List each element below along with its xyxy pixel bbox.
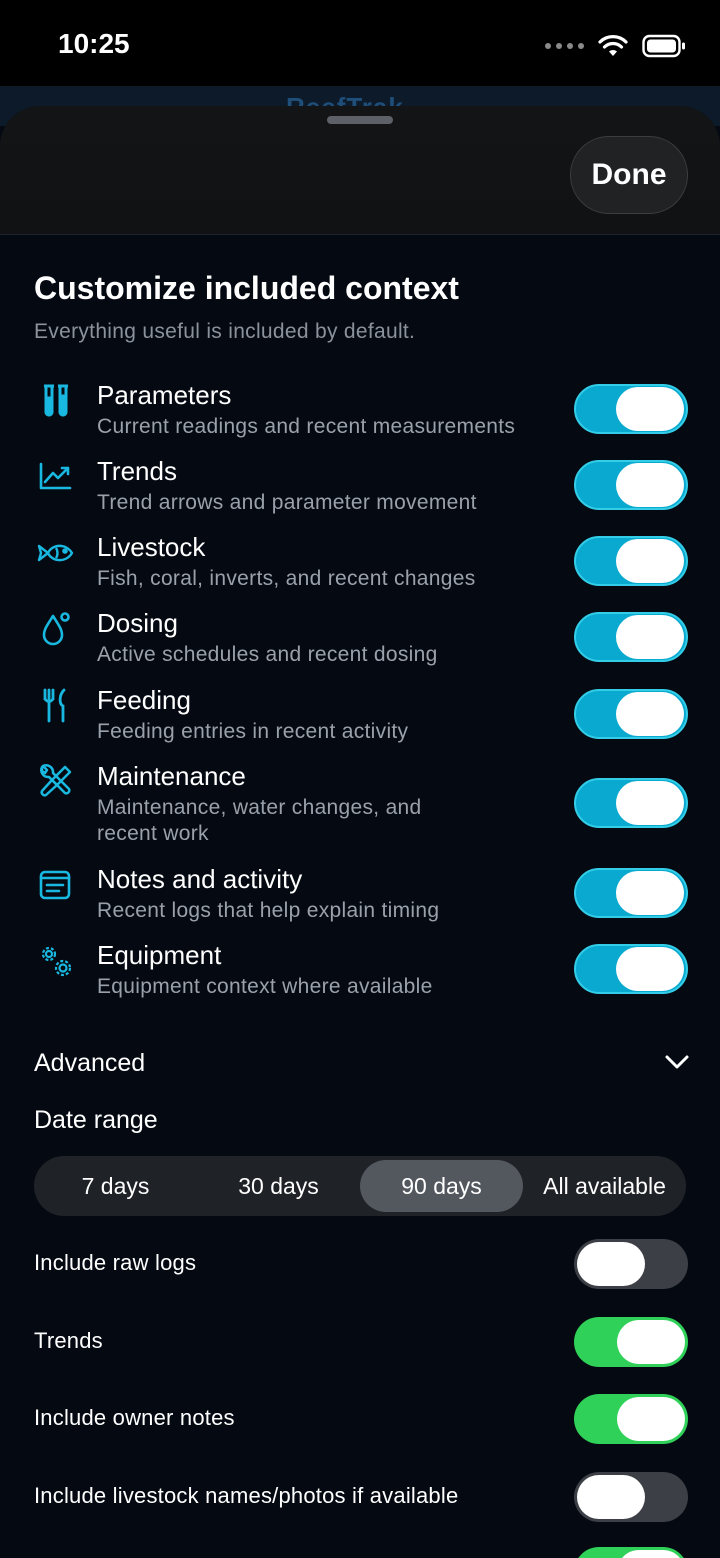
toggle-knob bbox=[616, 871, 684, 915]
drop-icon bbox=[36, 610, 74, 648]
wrench-screwdriver-icon bbox=[36, 763, 74, 801]
page-subtitle: Everything useful is included by default… bbox=[34, 320, 416, 343]
row-title: Trends bbox=[97, 456, 177, 486]
option-label: Trends bbox=[34, 1328, 103, 1353]
option-row-owner-notes: Include owner notes bbox=[0, 1389, 720, 1449]
toggle-next-option[interactable] bbox=[574, 1547, 688, 1558]
toggle-livestock[interactable] bbox=[574, 536, 688, 586]
date-range-segmented-control: 7 days 30 days 90 days All available bbox=[34, 1156, 686, 1216]
toggle-knob bbox=[616, 692, 684, 736]
sheet-grabber[interactable] bbox=[327, 116, 393, 124]
option-label: Include raw logs bbox=[34, 1250, 197, 1275]
option-row-trends: Trends bbox=[0, 1312, 720, 1372]
toggle-equipment[interactable] bbox=[574, 944, 688, 994]
toggle-advanced-trends[interactable] bbox=[574, 1317, 688, 1367]
context-sheet: Done Customize included context Everythi… bbox=[0, 106, 720, 1558]
row-description: Current readings and recent measurements bbox=[97, 415, 516, 438]
toggle-knob bbox=[577, 1475, 645, 1519]
notes-icon bbox=[36, 866, 74, 904]
toggle-livestock-names[interactable] bbox=[574, 1472, 688, 1522]
option-label: Include livestock names/photos if availa… bbox=[34, 1483, 459, 1508]
toggle-knob bbox=[617, 1320, 685, 1364]
toggle-feeding[interactable] bbox=[574, 689, 688, 739]
segment-all-available[interactable]: All available bbox=[523, 1160, 686, 1212]
row-title: Equipment bbox=[97, 940, 222, 970]
toggle-knob bbox=[616, 615, 684, 659]
row-title: Maintenance bbox=[97, 761, 246, 791]
toggle-knob bbox=[617, 1550, 685, 1558]
advanced-section-header[interactable]: Advanced bbox=[34, 1049, 145, 1078]
row-description: Fish, coral, inverts, and recent changes bbox=[97, 567, 476, 590]
page-title: Customize included context bbox=[34, 270, 459, 306]
gears-icon bbox=[36, 942, 74, 980]
status-bar: 10:25 bbox=[0, 0, 720, 86]
chevron-down-icon[interactable] bbox=[664, 1054, 690, 1070]
toggle-knob bbox=[616, 539, 684, 583]
trend-chart-icon bbox=[36, 458, 74, 496]
option-label: Include owner notes bbox=[34, 1405, 235, 1430]
segment-7-days[interactable]: 7 days bbox=[34, 1160, 197, 1212]
row-title: Parameters bbox=[97, 380, 232, 410]
toggle-owner-notes[interactable] bbox=[574, 1394, 688, 1444]
segment-30-days[interactable]: 30 days bbox=[197, 1160, 360, 1212]
row-description: Active schedules and recent dosing bbox=[97, 643, 438, 666]
toggle-dosing[interactable] bbox=[574, 612, 688, 662]
battery-icon bbox=[642, 34, 685, 58]
toggle-trends[interactable] bbox=[574, 460, 688, 510]
option-row-raw-logs: Include raw logs bbox=[0, 1234, 720, 1294]
fork-knife-icon bbox=[36, 687, 74, 725]
toggle-knob bbox=[616, 387, 684, 431]
row-title: Livestock bbox=[97, 532, 206, 562]
toggle-knob bbox=[616, 947, 684, 991]
option-row-livestock-names: Include livestock names/photos if availa… bbox=[0, 1467, 720, 1527]
sheet-header: Done bbox=[0, 106, 720, 235]
status-icons bbox=[545, 32, 686, 60]
date-range-label: Date range bbox=[34, 1106, 158, 1134]
row-description: Feeding entries in recent activity bbox=[97, 720, 409, 743]
row-title: Dosing bbox=[97, 608, 178, 638]
test-tubes-icon bbox=[36, 382, 74, 420]
row-description: Equipment context where available bbox=[97, 975, 433, 998]
toggle-knob bbox=[617, 1397, 685, 1441]
toggle-maintenance[interactable] bbox=[574, 778, 688, 828]
segment-90-days[interactable]: 90 days bbox=[360, 1160, 523, 1212]
row-description: Maintenance, water changes, and recent w… bbox=[97, 796, 422, 845]
toggle-knob bbox=[616, 463, 684, 507]
toggle-raw-logs[interactable] bbox=[574, 1239, 688, 1289]
row-description: Trend arrows and parameter movement bbox=[97, 491, 477, 514]
row-title: Notes and activity bbox=[97, 864, 303, 894]
row-description: Recent logs that help explain timing bbox=[97, 899, 440, 922]
cellular-signal-icon bbox=[545, 43, 584, 49]
fish-icon bbox=[36, 534, 74, 572]
row-title: Feeding bbox=[97, 685, 191, 715]
toggle-knob bbox=[616, 781, 684, 825]
toggle-parameters[interactable] bbox=[574, 384, 688, 434]
wifi-icon bbox=[598, 35, 628, 56]
toggle-notes[interactable] bbox=[574, 868, 688, 918]
done-button[interactable]: Done bbox=[570, 136, 688, 214]
toggle-knob bbox=[577, 1242, 645, 1286]
status-time: 10:25 bbox=[58, 28, 130, 59]
